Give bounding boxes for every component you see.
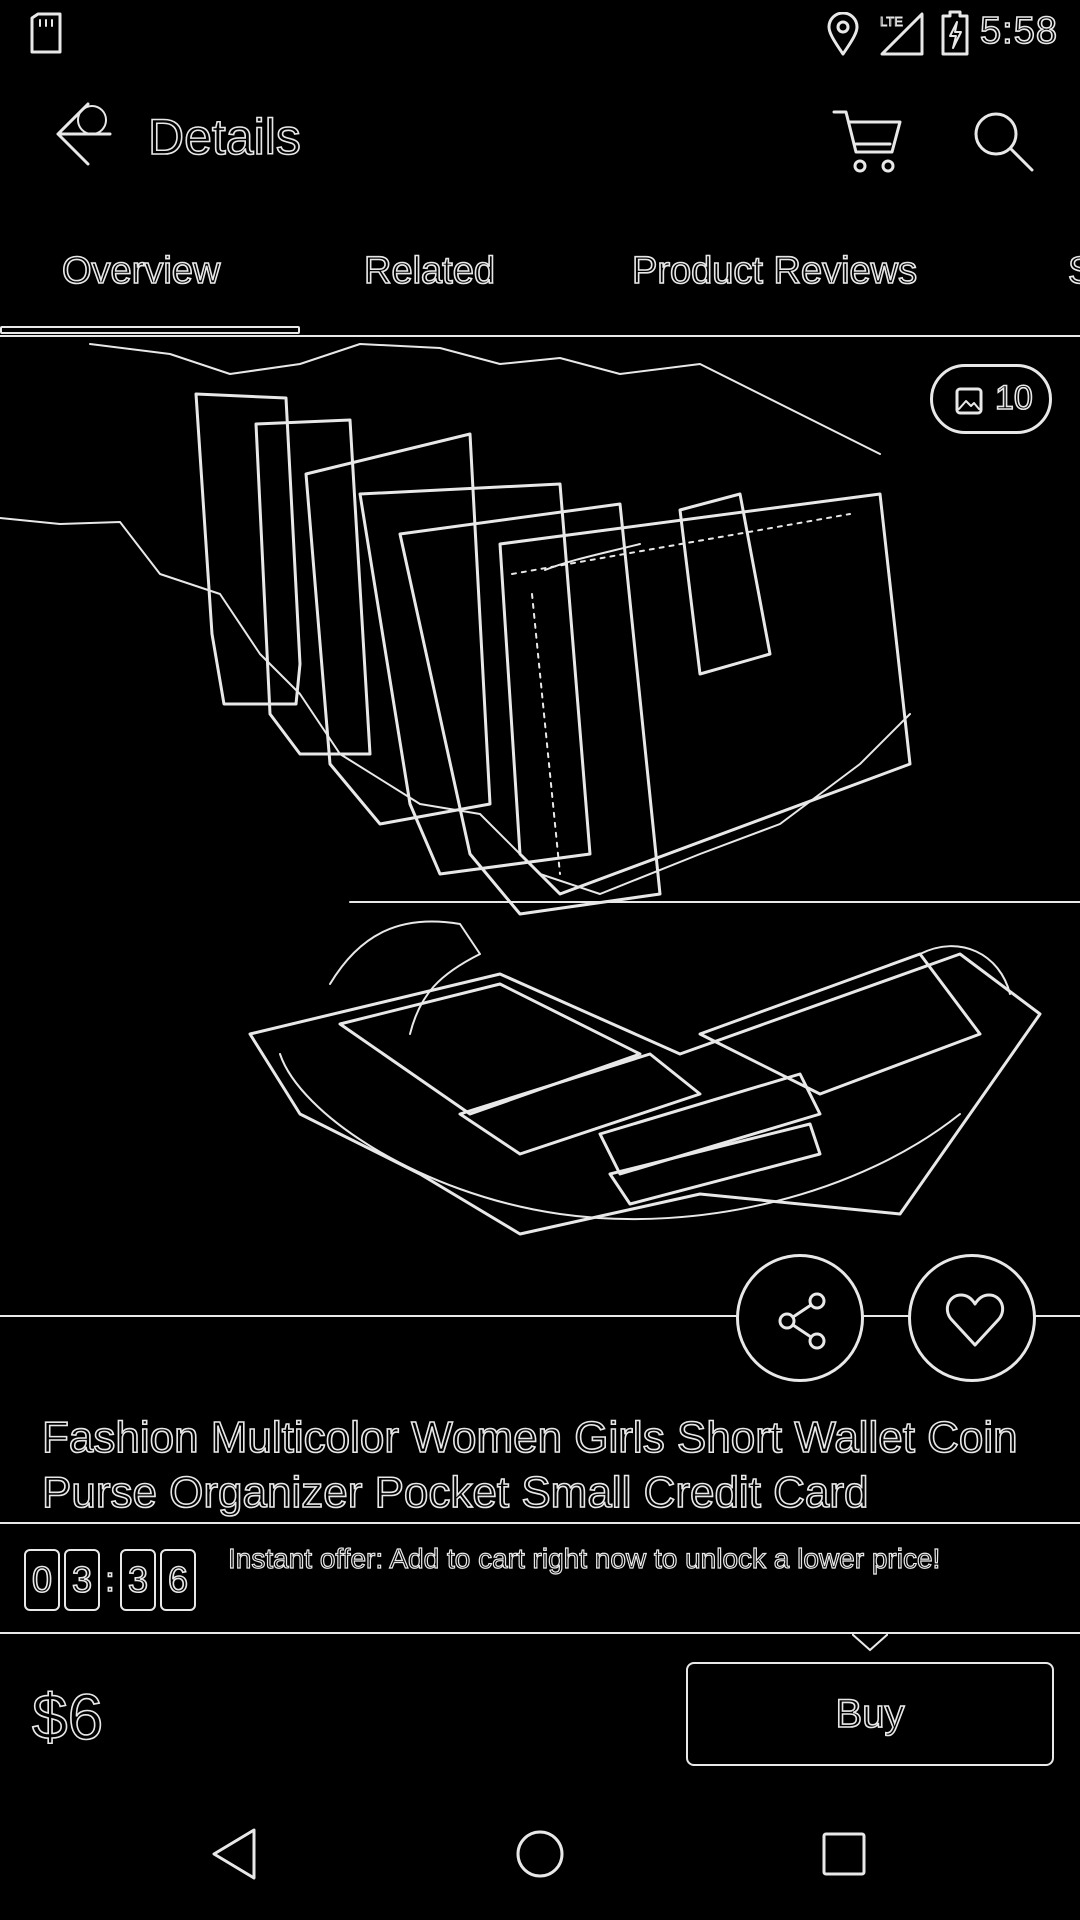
lte-signal-icon: LTE [880, 12, 924, 56]
product-image-gallery[interactable]: 10 [0, 334, 1080, 1318]
tab-indicator [0, 326, 300, 334]
image-icon [955, 387, 983, 415]
nav-recents-icon [822, 1832, 866, 1876]
sd-card-icon [30, 12, 62, 54]
search-icon [974, 112, 1034, 172]
product-title: Fashion Multicolor Women Girls Short Wal… [41, 1412, 1018, 1518]
offer-strip[interactable]: 0 3 : 3 6 Instant offer: Add to cart rig… [0, 1522, 1080, 1634]
countdown-digit: 3 [64, 1549, 100, 1611]
countdown-digit: 3 [120, 1549, 156, 1611]
offer-pointer [852, 1633, 888, 1652]
countdown-separator: : [104, 1560, 115, 1600]
cart-button[interactable] [830, 104, 906, 180]
cart-icon [832, 110, 902, 173]
share-icon [778, 1292, 826, 1350]
countdown-digit: 0 [24, 1549, 60, 1611]
battery-charging-icon [941, 10, 969, 56]
countdown-timer: 0 3 : 3 6 [24, 1548, 200, 1612]
countdown-digit: 6 [160, 1549, 196, 1611]
photo-count-badge[interactable]: 10 [930, 364, 1052, 434]
nav-back-icon [212, 1828, 256, 1880]
share-button[interactable] [736, 1254, 864, 1382]
location-icon [827, 12, 859, 56]
tab-bar: Overview Related Product Reviews S [0, 238, 1080, 336]
buy-button-label: Buy [835, 1691, 906, 1737]
app-bar: Details [0, 64, 1080, 208]
product-image [0, 335, 1080, 1317]
back-arrow-icon [56, 102, 112, 166]
search-button[interactable] [966, 104, 1042, 180]
page-title: Details [147, 108, 301, 166]
price: $6 [31, 1680, 104, 1754]
offer-text: Instant offer: Add to cart right now to … [227, 1542, 941, 1574]
screen: LTE 5:58 Details Overview Related Produc… [0, 0, 1080, 1920]
nav-home-icon [516, 1830, 564, 1878]
favorite-button[interactable] [908, 1254, 1036, 1382]
status-time: 5:58 [979, 9, 1058, 53]
buy-button[interactable]: Buy [686, 1662, 1054, 1766]
svg-text:LTE: LTE [880, 14, 903, 29]
photo-count-label: 10 [994, 378, 1033, 418]
nav-back-button[interactable] [200, 1818, 272, 1890]
tab-partial[interactable]: S [1067, 249, 1080, 293]
tab-related[interactable]: Related [363, 249, 496, 293]
heart-icon [945, 1293, 1005, 1347]
nav-home-button[interactable] [504, 1818, 576, 1890]
status-bar: LTE 5:58 [0, 0, 1080, 64]
tab-product-reviews[interactable]: Product Reviews [631, 249, 918, 293]
nav-recents-button[interactable] [808, 1818, 880, 1890]
system-nav-bar [0, 1788, 1080, 1920]
tab-overview[interactable]: Overview [61, 249, 221, 293]
back-button[interactable] [40, 100, 120, 180]
